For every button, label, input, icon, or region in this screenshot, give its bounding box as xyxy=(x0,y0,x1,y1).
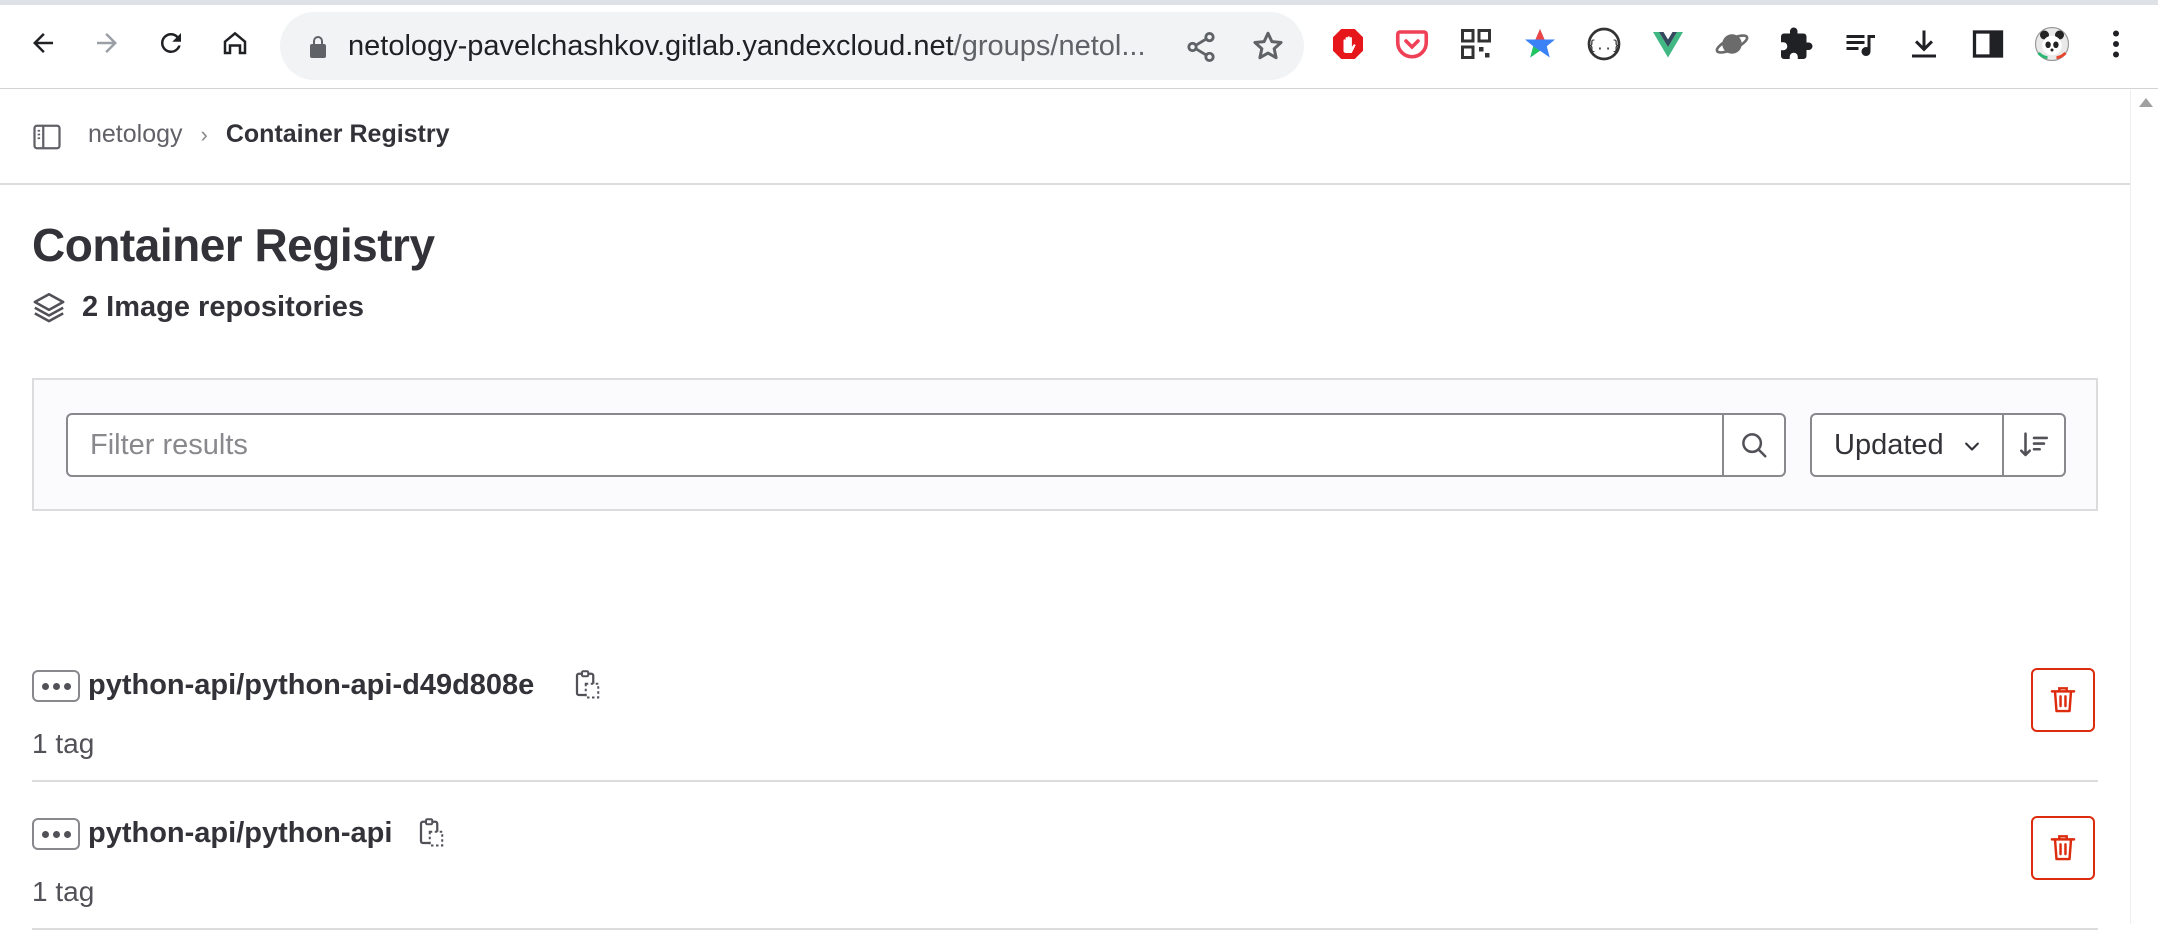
tag-count: 1 tag xyxy=(32,876,95,907)
qr-code-icon xyxy=(1461,29,1491,59)
repository-count-text: 2 Image repositories xyxy=(82,290,365,323)
trash-icon xyxy=(2050,835,2076,861)
arrow-right-icon xyxy=(97,33,117,53)
breadcrumb-parent-link[interactable]: netology xyxy=(88,120,183,149)
copy-clipboard-icon[interactable] xyxy=(572,668,602,702)
bookmark-star-icon[interactable] xyxy=(1250,28,1286,64)
expand-details-button[interactable] xyxy=(32,818,80,850)
puzzle-icon xyxy=(1781,27,1813,59)
side-panel-icon xyxy=(1972,30,2004,58)
reload-button[interactable] xyxy=(148,20,194,66)
repository-name-link[interactable]: python-api/python-api xyxy=(88,817,392,850)
page-content: netology › Container Registry Container … xyxy=(0,90,2130,930)
json-extension[interactable]: {..} xyxy=(1584,24,1624,64)
delete-repository-button[interactable] xyxy=(2031,668,2095,732)
panda-avatar-icon xyxy=(2034,26,2070,62)
reload-icon xyxy=(160,32,181,53)
delete-repository-button[interactable] xyxy=(2031,816,2095,880)
page-title: Container Registry xyxy=(32,219,435,271)
tag-count: 1 tag xyxy=(32,728,95,759)
sort-dropdown-label: Updated xyxy=(1834,428,1944,461)
svg-text:{..}: {..} xyxy=(1588,37,1621,53)
downloads-button[interactable] xyxy=(1904,24,1944,64)
side-panel-button[interactable] xyxy=(1968,24,2008,64)
home-button[interactable] xyxy=(212,20,258,66)
braces-icon: {..} xyxy=(1587,27,1621,61)
address-bar[interactable]: netology-pavelchashkov.gitlab.yandexclou… xyxy=(280,12,1304,80)
stop-hand-icon xyxy=(1333,29,1363,59)
layers-icon xyxy=(33,292,65,323)
color-star-icon xyxy=(1525,29,1555,58)
playlist-music-icon xyxy=(1846,35,1875,57)
repository-row: python-api/python-api 1 tag xyxy=(32,784,2098,930)
chevron-down-icon xyxy=(1965,442,1979,451)
repository-count: 2 Image repositories xyxy=(32,290,364,324)
repository-row: python-api/python-api-d49d808e 1 tag xyxy=(32,636,2098,782)
forward-button[interactable] xyxy=(84,20,130,66)
vue-devtools-extension[interactable] xyxy=(1648,24,1688,64)
breadcrumb-current[interactable]: Container Registry xyxy=(226,120,450,149)
scroll-up-arrow-icon[interactable] xyxy=(2139,98,2153,107)
pocket-extension[interactable] xyxy=(1392,24,1432,64)
home-icon xyxy=(223,31,247,55)
colorful-extension[interactable] xyxy=(1520,24,1560,64)
media-control-button[interactable] xyxy=(1840,24,1880,64)
trash-icon xyxy=(2050,687,2076,713)
vue-icon xyxy=(1653,32,1683,58)
sort-direction-button[interactable] xyxy=(2002,413,2066,477)
url-path: /groups/netol... xyxy=(953,30,1146,62)
pocket-icon xyxy=(1395,30,1429,59)
page-top-bar: netology › Container Registry xyxy=(0,90,2130,185)
chevron-right-icon: › xyxy=(200,121,208,147)
qr-extension[interactable] xyxy=(1456,24,1496,64)
expand-details-button[interactable] xyxy=(32,670,80,702)
adblock-extension[interactable] xyxy=(1328,24,1368,64)
search-icon xyxy=(1742,433,1767,458)
download-icon xyxy=(1912,30,1936,58)
extensions-button[interactable] xyxy=(1776,24,1816,64)
filter-bar: Updated xyxy=(32,378,2098,511)
sidebar-toggle-icon[interactable] xyxy=(32,122,62,152)
sort-dropdown[interactable]: Updated xyxy=(1810,413,2004,477)
back-button[interactable] xyxy=(20,20,66,66)
browser-menu-button[interactable] xyxy=(2096,24,2136,64)
planet-icon xyxy=(1715,34,1749,54)
repository-name-link[interactable]: python-api/python-api-d49d808e xyxy=(88,669,534,702)
planet-extension[interactable] xyxy=(1712,24,1752,64)
browser-toolbar: netology-pavelchashkov.gitlab.yandexclou… xyxy=(0,0,2158,89)
kebab-menu-icon xyxy=(2113,30,2119,58)
lock-icon xyxy=(310,36,326,58)
url-text: netology-pavelchashkov.gitlab.yandexclou… xyxy=(348,28,1148,64)
sort-descending-icon xyxy=(2019,432,2049,457)
filter-search-input[interactable] xyxy=(66,413,1724,477)
arrow-left-icon xyxy=(33,33,53,53)
share-icon[interactable] xyxy=(1184,30,1218,64)
profile-avatar[interactable] xyxy=(2032,24,2072,64)
breadcrumb: netology › Container Registry xyxy=(88,120,450,149)
page-scrollbar[interactable] xyxy=(2130,90,2158,924)
search-button[interactable] xyxy=(1722,413,1786,477)
url-host: netology-pavelchashkov.gitlab.yandexclou… xyxy=(348,30,954,62)
tab-strip xyxy=(0,0,2158,5)
copy-clipboard-icon[interactable] xyxy=(416,816,446,850)
